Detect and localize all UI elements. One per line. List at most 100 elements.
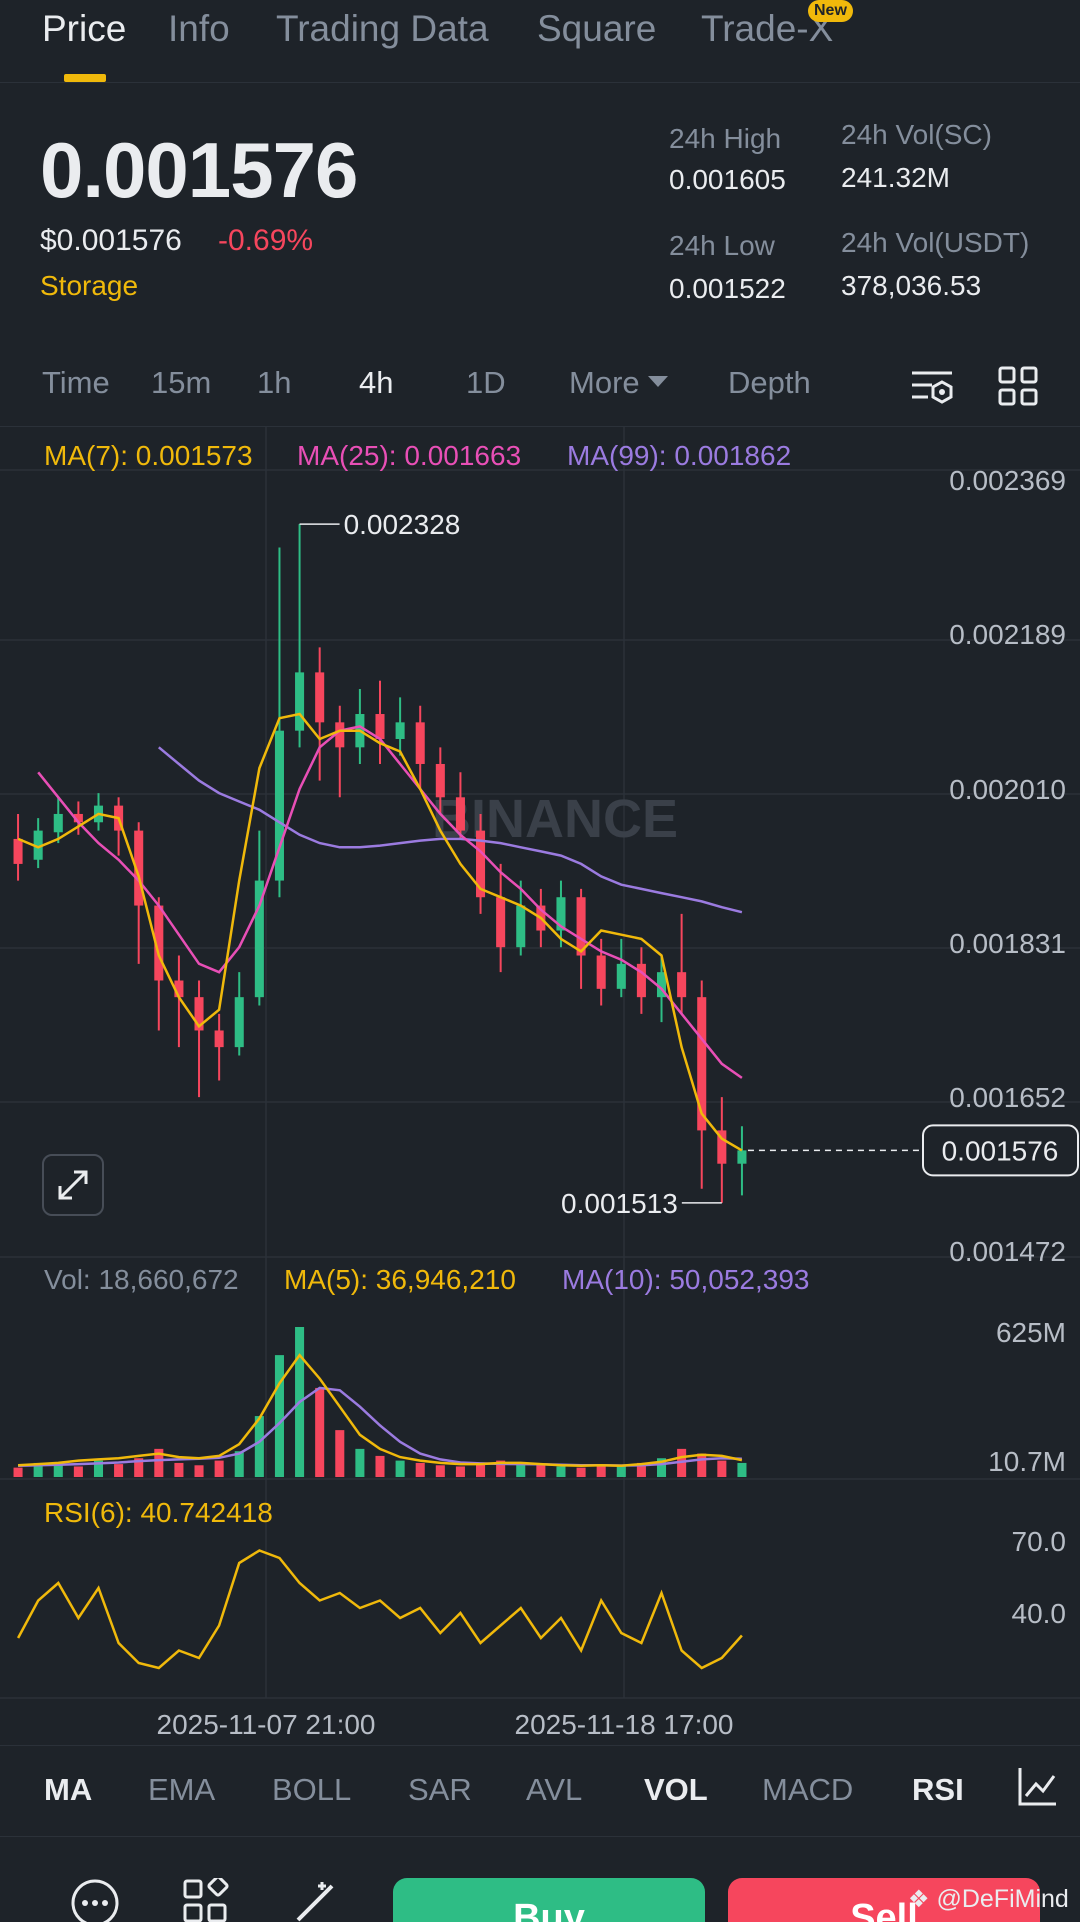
ma25-legend: MA(25): 0.001663	[297, 440, 522, 471]
price-axis-tick: 0.001831	[949, 928, 1066, 959]
volume-bar	[53, 1465, 63, 1477]
price-axis-tick: 0.002189	[949, 619, 1066, 650]
low-price-marker: 0.001513	[561, 1188, 678, 1219]
interval-bar: Time 15m 1h 4h 1D More Depth	[0, 355, 1080, 417]
indicator-sar[interactable]: SAR	[408, 1772, 472, 1808]
volume-axis-tick: 625M	[996, 1317, 1066, 1348]
ma99-legend: MA(99): 0.001862	[567, 440, 792, 471]
ma25-line	[37, 725, 743, 1079]
candle-body	[234, 997, 244, 1048]
volume-bar	[737, 1462, 747, 1477]
rsi-line	[16, 1549, 743, 1670]
volume-bar	[455, 1466, 465, 1477]
last-price: 0.001576	[40, 126, 358, 214]
interval-1d[interactable]: 1D	[466, 365, 506, 401]
rsi-legend: RSI(6): 40.742418	[44, 1497, 273, 1528]
candle-body	[395, 722, 405, 739]
candle-body	[295, 672, 305, 731]
volume-bar	[697, 1453, 707, 1477]
volume-bar	[335, 1430, 345, 1477]
volume-bar	[274, 1355, 284, 1477]
price-axis-tick: 0.001652	[949, 1082, 1066, 1113]
depth-tab[interactable]: Depth	[728, 365, 811, 401]
candle-body	[596, 955, 606, 989]
credit-watermark: ❖ @DeFiMind	[908, 1885, 1069, 1914]
interval-more-label: More	[569, 365, 640, 400]
volume-bar	[616, 1466, 626, 1477]
buy-button[interactable]: Buy	[393, 1878, 705, 1922]
tab-square[interactable]: Square	[537, 8, 656, 50]
usd-price: $0.001576	[40, 224, 182, 257]
volume-bar	[73, 1466, 83, 1477]
layout-grid-icon[interactable]	[997, 365, 1039, 407]
volume-bar	[435, 1465, 445, 1477]
active-tab-indicator	[64, 74, 106, 82]
candle-body	[415, 722, 425, 764]
indicator-ma[interactable]: MA	[44, 1772, 92, 1808]
high-24h-label: 24h High	[669, 123, 782, 154]
interval-1h[interactable]: 1h	[257, 365, 291, 401]
widgets-icon[interactable]	[182, 1875, 230, 1922]
credit-text: @DeFiMind	[936, 1885, 1069, 1913]
draw-tool-icon[interactable]	[292, 1878, 340, 1922]
high-price-marker: 0.002328	[344, 509, 461, 540]
volume-bar	[556, 1466, 566, 1477]
tab-info[interactable]: Info	[168, 8, 230, 50]
vol-sc-value: 241.32M	[841, 162, 950, 193]
volume-bar	[13, 1467, 23, 1477]
price-chart[interactable]: BINANCE 0.0023690.0021890.0020100.001831…	[0, 427, 1080, 1745]
volume-bar	[254, 1416, 264, 1477]
category-tag[interactable]: Storage	[40, 270, 138, 302]
tab-price[interactable]: Price	[42, 8, 126, 50]
caret-down-icon	[647, 376, 668, 388]
interval-4h[interactable]: 4h	[359, 365, 393, 401]
volume-bar	[355, 1448, 365, 1477]
indicator-boll[interactable]: BOLL	[272, 1772, 351, 1808]
candle-body	[315, 672, 325, 723]
diamond-logo-icon: ❖	[908, 1886, 930, 1913]
candle-body	[677, 972, 687, 998]
price-axis-tick: 0.002369	[949, 465, 1066, 496]
candle-body	[516, 905, 526, 948]
more-options-icon[interactable]	[70, 1878, 120, 1922]
indicator-vol[interactable]: VOL	[644, 1772, 708, 1808]
expand-chart-button[interactable]	[42, 1154, 104, 1216]
interval-15m[interactable]: 15m	[151, 365, 211, 401]
vol-sc-label: 24h Vol(SC)	[841, 119, 992, 150]
indicator-rsi[interactable]: RSI	[912, 1772, 964, 1808]
volume-bar	[375, 1455, 385, 1477]
volume-bar	[395, 1460, 405, 1477]
volume-bar	[114, 1464, 124, 1477]
candle-body	[616, 963, 626, 989]
indicator-macd[interactable]: MACD	[762, 1772, 853, 1808]
candle-body	[375, 714, 385, 739]
candle-body	[435, 763, 445, 798]
ma7-line	[17, 712, 743, 1152]
price-axis-tick: 0.001472	[949, 1236, 1066, 1267]
indicator-bar: MA EMA BOLL SAR AVL VOL MACD RSI	[0, 1745, 1080, 1837]
price-axis-tick: 0.002010	[949, 774, 1066, 805]
high-24h-value: 0.001605	[669, 164, 786, 195]
volume-bar	[596, 1465, 606, 1477]
volume-bar	[315, 1387, 325, 1477]
volume-ma10-legend: MA(10): 50,052,393	[562, 1264, 810, 1295]
volume-ma10-line	[18, 1386, 742, 1468]
low-24h-value: 0.001522	[669, 273, 786, 304]
volume-ma5-line	[18, 1353, 743, 1468]
candle-body	[737, 1150, 747, 1164]
vol-usdt-value: 378,036.53	[841, 270, 982, 301]
chart-settings-icon[interactable]	[910, 365, 954, 409]
volume-legend: Vol: 18,660,672	[44, 1264, 239, 1295]
volume-ma5-legend: MA(5): 36,946,210	[284, 1264, 516, 1295]
volume-bar	[576, 1467, 586, 1477]
interval-time[interactable]: Time	[42, 365, 110, 401]
tab-trading-data[interactable]: Trading Data	[276, 8, 489, 50]
candle-body	[455, 797, 465, 831]
candle-body	[496, 897, 506, 948]
indicator-settings-icon[interactable]	[1018, 1766, 1058, 1806]
ma7-legend: MA(7): 0.001573	[44, 440, 253, 471]
volume-bar	[516, 1464, 526, 1477]
indicator-ema[interactable]: EMA	[148, 1772, 215, 1808]
interval-more[interactable]: More	[569, 365, 668, 401]
indicator-avl[interactable]: AVL	[526, 1772, 582, 1808]
